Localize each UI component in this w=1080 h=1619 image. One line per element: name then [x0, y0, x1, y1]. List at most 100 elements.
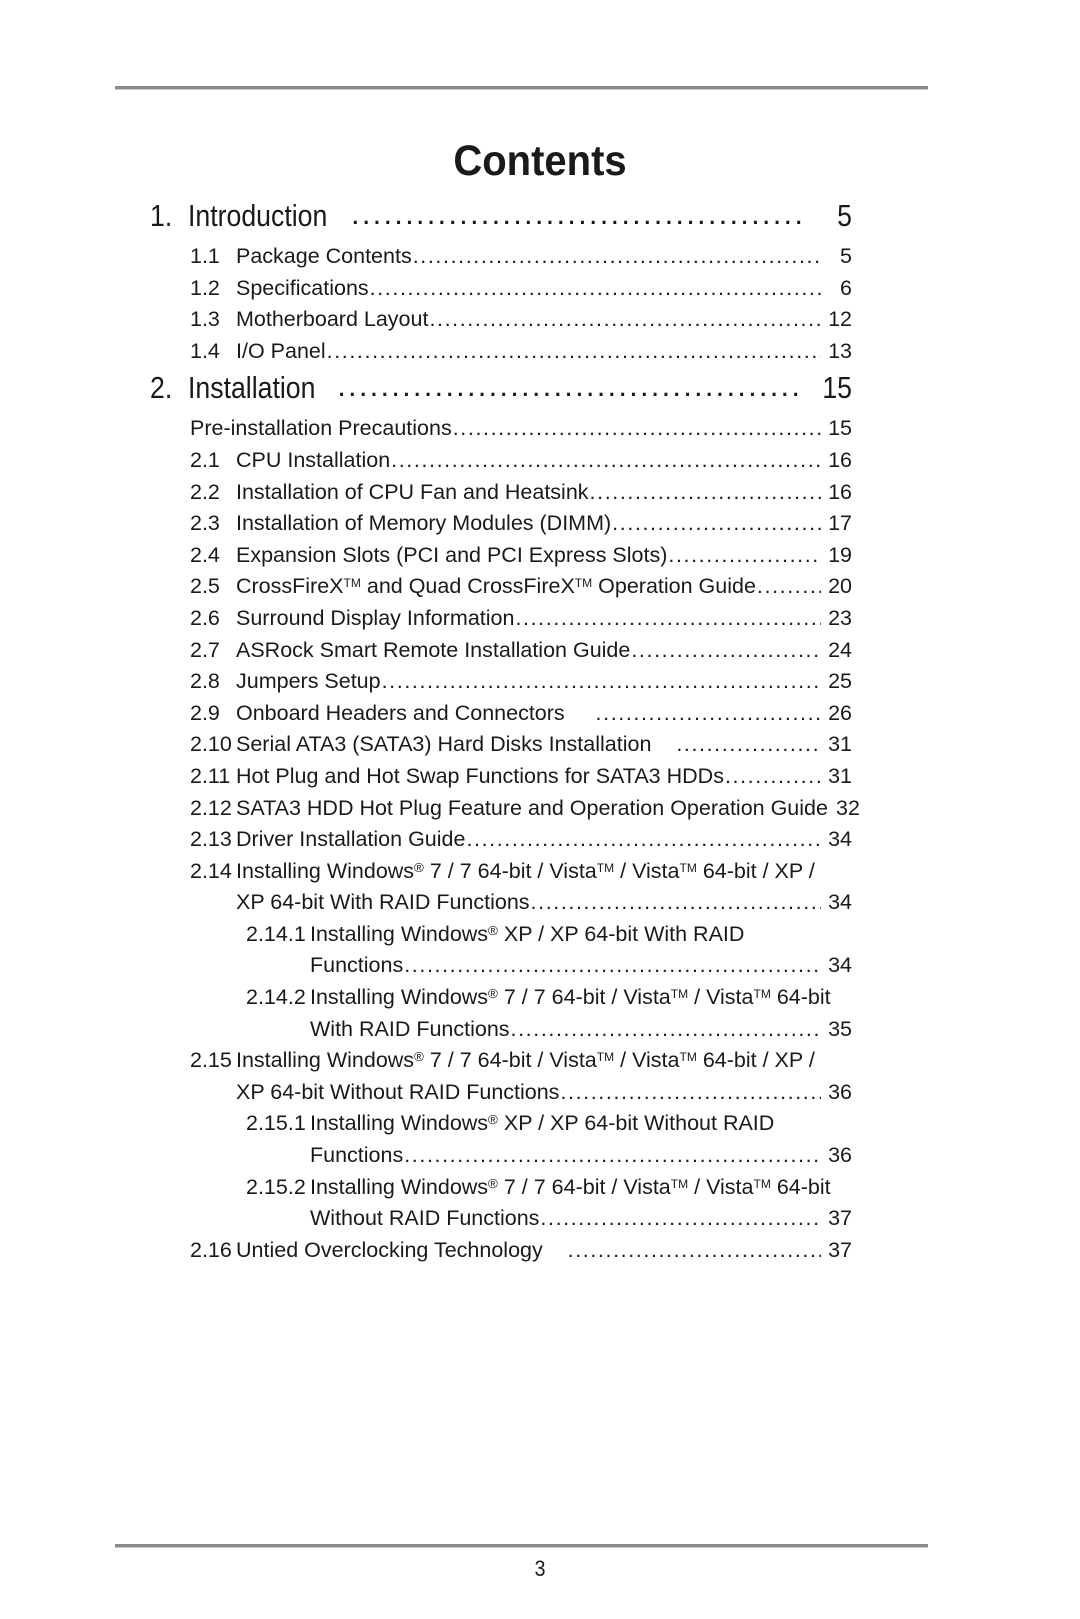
table-of-contents: 1. Introduction 5 1.1 Package Contents 5 1.2 S… [0, 198, 1080, 1269]
toc-entry-label: Hot Plug and Hot Swap Functions for SATA… [236, 763, 724, 788]
toc-entry-page: 16 [828, 447, 852, 472]
toc-entry-label: Specifications [236, 275, 369, 300]
toc-dot-leader [429, 307, 821, 332]
toc-entry-number: 2.16 [190, 1237, 232, 1262]
toc-entry[interactable]: 2.15.2 Installing Windows® 7 / 7 64-bit /… [0, 1175, 1080, 1207]
toc-dot-leader [453, 416, 821, 441]
toc-dot-leader [327, 339, 821, 364]
toc-entry[interactable]: 2.16Untied Overclocking Technology 37 [0, 1238, 1080, 1270]
toc-entry-number: 2. [150, 370, 173, 406]
toc-entry-page: 23 [828, 605, 852, 630]
toc-entry-label: Installing Windows® 7 / 7 64-bit / Vista… [236, 858, 815, 883]
toc-entry-number: 2.9 [190, 700, 220, 725]
footer-rule [115, 1544, 928, 1548]
toc-entry[interactable]: 2.12 SATA3 HDD Hot Plug Feature and Opera… [0, 796, 1080, 828]
toc-entry[interactable]: Functions 34 [0, 953, 1080, 985]
toc-entry-page: 32 [836, 795, 860, 820]
toc-entry-number: 2.14.1 [246, 921, 306, 946]
toc-entry-page: 26 [828, 700, 852, 725]
toc-entry[interactable]: 2.6 Surround Display Information 23 [0, 606, 1080, 638]
toc-entry[interactable]: 2.1 CPU Installation 16 [0, 448, 1080, 480]
toc-entry[interactable]: 2.15.1 Installing Windows® XP / XP 64-bit… [0, 1111, 1080, 1143]
toc-entry-number: 2.3 [190, 511, 220, 536]
toc-entry[interactable]: XP 64-bit With RAID Functions 34 [0, 890, 1080, 922]
toc-entry-label: SATA3 HDD Hot Plug Feature and Operation… [236, 795, 828, 820]
toc-entry-number: 1.1 [190, 244, 220, 268]
toc-entry[interactable]: 2.7 ASRock Smart Remote Installation Guid… [0, 638, 1080, 670]
toc-entry-label: With RAID Functions [310, 1016, 510, 1041]
toc-entry-label: CrossFireXTM and Quad CrossFireXTM Opera… [236, 574, 756, 599]
toc-entry-page: 16 [828, 479, 852, 504]
toc-entry[interactable]: 2.2 Installation of CPU Fan and Heatsink … [0, 480, 1080, 512]
toc-entry-label: Installation [188, 370, 316, 406]
toc-entry[interactable]: 2. Installation 15 [0, 370, 1080, 416]
toc-entry[interactable]: 1.4 I/O Panel 13 [0, 339, 1080, 371]
toc-entry-label: Without RAID Functions [310, 1206, 540, 1231]
toc-entry-page: 13 [828, 338, 852, 363]
toc-entry-page: 5 [840, 244, 852, 268]
page-title: Contents [453, 137, 627, 185]
toc-entry-label: XP 64-bit With RAID Functions [236, 890, 530, 915]
toc-entry[interactable]: With RAID Functions 35 [0, 1017, 1080, 1049]
toc-entry-label: Driver Installation Guide [236, 827, 466, 852]
toc-entry-number: 2.6 [190, 605, 220, 630]
toc-entry-number: 2.14.2 [246, 985, 306, 1010]
toc-entry-number: 2.15.2 [246, 1174, 306, 1199]
toc-dot-leader [540, 1206, 821, 1231]
toc-entry-page: 25 [828, 669, 852, 694]
toc-entry-page: 24 [828, 637, 852, 662]
toc-entry[interactable]: 2.11 Hot Plug and Hot Swap Functions for … [0, 764, 1080, 796]
toc-entry[interactable]: 2.8 Jumpers Setup 25 [0, 669, 1080, 701]
toc-entry[interactable]: XP 64-bit Without RAID Functions 36 [0, 1080, 1080, 1112]
toc-entry-label: Installing Windows® XP / XP 64-bit Witho… [310, 1111, 775, 1136]
toc-entry-number: 2.4 [190, 542, 220, 567]
toc-entry-page: 20 [828, 574, 852, 599]
toc-dot-leader [413, 244, 821, 269]
toc-entry-page: 6 [840, 275, 852, 300]
toc-entry[interactable]: 1.3 Motherboard Layout 12 [0, 307, 1080, 339]
toc-entry[interactable]: Without RAID Functions 37 [0, 1206, 1080, 1238]
toc-entry-number: 2.15.1 [246, 1111, 306, 1136]
toc-dot-leader [382, 669, 821, 694]
toc-dot-leader [568, 1238, 821, 1263]
toc-entry-page: 36 [828, 1079, 852, 1104]
toc-entry-label: ASRock Smart Remote Installation Guide [236, 637, 631, 662]
toc-entry[interactable]: 2.10 Serial ATA3 (SATA3) Hard Disks Insta… [0, 732, 1080, 764]
toc-entry-number: 2.7 [190, 637, 220, 662]
toc-entry[interactable]: Pre-installation Precautions 15 [0, 416, 1080, 448]
toc-entry-number: 2.12 [190, 795, 232, 820]
toc-entry[interactable]: 2.3 Installation of Memory Modules (DIMM)… [0, 511, 1080, 543]
toc-entry[interactable]: 2.14.1 Installing Windows® XP / XP 64-bit… [0, 922, 1080, 954]
toc-dot-leader [560, 1080, 821, 1105]
toc-entry[interactable]: 1.2 Specifications 6 [0, 276, 1080, 308]
toc-dot-leader [351, 196, 803, 232]
toc-entry[interactable]: 2.4 Expansion Slots (PCI and PCI Express … [0, 543, 1080, 575]
toc-entry-page: 15 [822, 370, 852, 406]
toc-dot-leader [515, 606, 821, 631]
toc-entry-number: 1. [150, 198, 173, 233]
toc-entry[interactable]: 2.9 Onboard Headers and Connectors 26 [0, 701, 1080, 733]
toc-dot-leader [757, 574, 821, 599]
toc-entry-page: 37 [828, 1237, 852, 1262]
toc-entry-page: 12 [828, 307, 852, 332]
toc-entry-label: I/O Panel [236, 338, 326, 363]
document-page: Contents 1. Introduction 5 1.1 Package Conte… [0, 0, 1080, 1619]
toc-entry-label: Pre-installation Precautions [190, 416, 452, 441]
page-number: 3 [534, 1556, 546, 1581]
toc-entry[interactable]: Functions 36 [0, 1143, 1080, 1175]
toc-entry[interactable]: 1. Introduction 5 [0, 198, 1080, 244]
toc-entry-label: Installing Windows® 7 / 7 64-bit / Vista… [310, 985, 831, 1010]
toc-entry-label: Installing Windows® 7 / 7 64-bit / Vista… [236, 1048, 815, 1073]
toc-entry-page: 19 [828, 542, 852, 567]
toc-dot-leader [404, 953, 821, 978]
toc-entry[interactable]: 2.15 Installing Windows® 7 / 7 64-bit / V… [0, 1048, 1080, 1080]
toc-entry[interactable]: 2.13Driver Installation Guide 34 [0, 827, 1080, 859]
toc-entry-page: 37 [828, 1206, 852, 1231]
toc-entry[interactable]: 2.14 Installing Windows® 7 / 7 64-bit / V… [0, 859, 1080, 891]
toc-entry[interactable]: 1.1 Package Contents 5 [0, 244, 1080, 276]
toc-entry[interactable]: 2.14.2 Installing Windows® 7 / 7 64-bit /… [0, 985, 1080, 1017]
toc-entry-label: Installation of Memory Modules (DIMM) [236, 511, 612, 536]
toc-entry[interactable]: 2.5 CrossFireXTM and Quad CrossFireXTM Op… [0, 574, 1080, 606]
toc-entry-label: Introduction [188, 198, 328, 233]
toc-entry-number: 2.13 [190, 827, 232, 852]
